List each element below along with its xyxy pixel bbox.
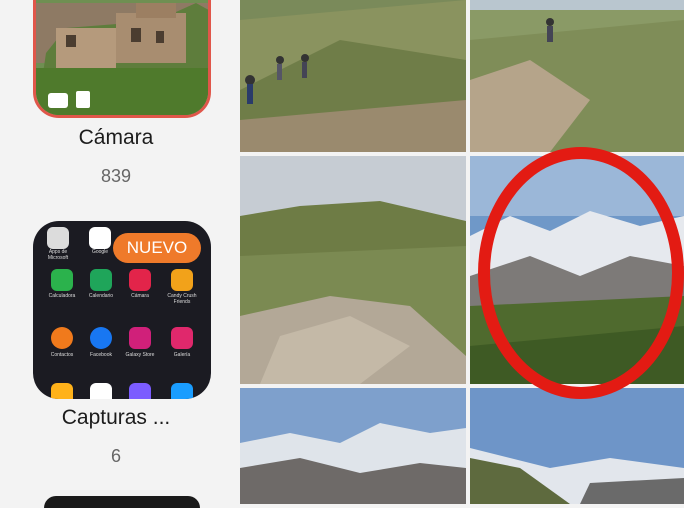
album-screenshots-thumbnail[interactable]: Apps de Microsoft Google NUEVO Calculado… (33, 221, 211, 399)
new-badge: NUEVO (113, 233, 201, 263)
app-label: Facebook (90, 352, 112, 358)
calculator-icon (51, 269, 73, 291)
app-label: Cámara (131, 293, 149, 299)
app-label: Apps de Microsoft (47, 249, 69, 261)
app-label: Candy Crush Friends (167, 293, 197, 305)
app-google-icon (89, 227, 111, 249)
photo-thumbnail[interactable] (240, 0, 466, 152)
photo-thumbnail[interactable] (240, 156, 466, 384)
gallery-icon (171, 327, 193, 349)
album-name: Capturas ... (61, 406, 171, 429)
photo-thumbnail[interactable] (470, 0, 684, 152)
album-thumbnail-partial[interactable] (44, 496, 200, 508)
play-store-icon (90, 383, 112, 399)
facebook-icon (90, 327, 112, 349)
highlight-circle-annotation (478, 147, 684, 399)
app-label: Calendario (88, 293, 114, 299)
app-label: Galaxy Store (125, 352, 155, 358)
camera-icon (48, 93, 68, 108)
calendar-icon (90, 269, 112, 291)
album-count: 6 (110, 446, 121, 466)
app-microsoft-icon (47, 227, 69, 249)
app-label: Galería (173, 352, 191, 358)
album-name: Cámara (78, 126, 154, 149)
album-count: 839 (100, 166, 132, 186)
app-label: Calculadora (48, 293, 76, 299)
candy-crush-icon (171, 269, 193, 291)
album-sidebar: Cámara 839 Apps de Microsoft Google NUEV… (0, 0, 232, 508)
album-camera-thumbnail[interactable] (33, 0, 211, 118)
contacts-icon (51, 327, 73, 349)
photo-thumbnail[interactable] (240, 388, 466, 504)
app-icon (51, 383, 73, 399)
app-icon (129, 383, 151, 399)
app-label: Contactos (50, 352, 74, 358)
camera-app-icon (129, 269, 151, 291)
photo-thumbnail[interactable] (470, 388, 684, 504)
sd-card-icon (76, 91, 90, 108)
app-icon (171, 383, 193, 399)
galaxy-store-icon (129, 327, 151, 349)
